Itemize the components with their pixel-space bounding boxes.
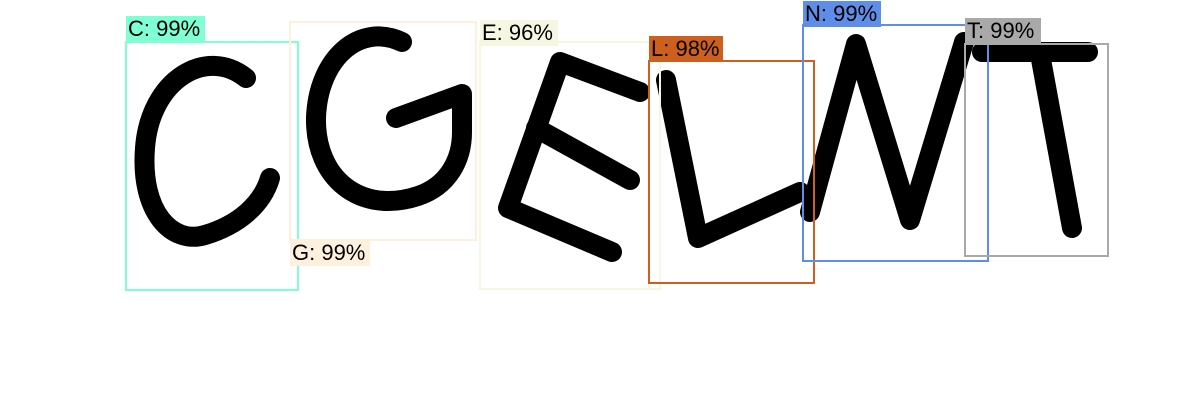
bounding-box-l [648, 60, 815, 284]
detection-label-n: N: 99% [803, 1, 881, 27]
bounding-box-n [802, 24, 989, 262]
bounding-box-g [289, 21, 477, 241]
bounding-box-e [479, 41, 661, 290]
detection-label-l: L: 98% [649, 36, 723, 62]
detection-label-t: T: 99% [965, 18, 1041, 44]
detection-label-c: C: 99% [126, 16, 205, 42]
detection-label-e: E: 96% [480, 20, 558, 46]
bounding-box-c [125, 41, 299, 291]
bounding-box-t [964, 43, 1109, 257]
detection-canvas: C: 99% G: 99% E: 96% L: 98% N: 99% T: 99… [0, 0, 1200, 420]
detection-label-g: G: 99% [290, 240, 370, 266]
